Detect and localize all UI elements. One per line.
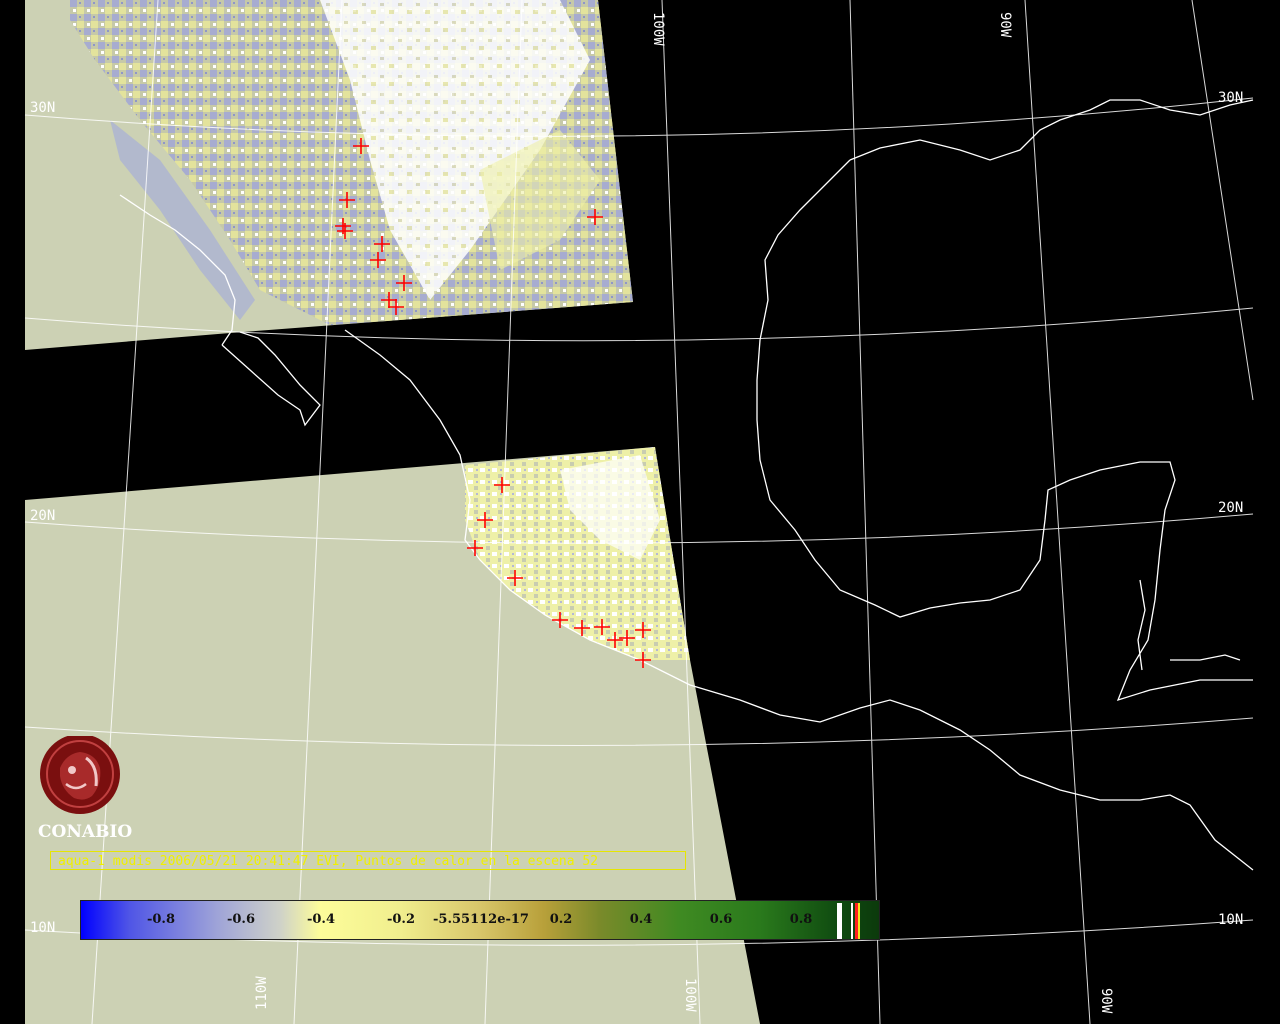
- lon-label-100w-top: 100W: [650, 12, 666, 46]
- lat-label-20n-left: 20N: [30, 508, 55, 524]
- colorbar-tick-label: -0.4: [306, 912, 336, 927]
- colorbar-white-stripe: [837, 903, 842, 939]
- lon-label-90w-bottom: 90W: [1098, 988, 1114, 1014]
- map-canvas: 30N 30N 20N 20N 10N 10N 100W 90W 110W 10…: [24, 0, 1254, 1024]
- map-viewer: 30N 30N 20N 20N 10N 10N 100W 90W 110W 10…: [0, 0, 1280, 1024]
- lat-label-10n-right: 10N: [1218, 912, 1243, 928]
- evi-colorbar: -0.8 -0.6 -0.4 -0.2 -5.55112e-17 0.2 0.4 0.6 0.8: [80, 900, 880, 940]
- lon-label-90w-top: 90W: [997, 12, 1013, 38]
- colorbar-tick-label: 0.8: [789, 912, 813, 927]
- lat-label-30n-right: 30N: [1218, 90, 1243, 106]
- conabio-logo-label: CONABIO: [38, 822, 133, 842]
- lon-label-110w-bottom: 110W: [254, 976, 270, 1010]
- colorbar-yellow-stripe: [858, 903, 860, 939]
- colorbar-tick-label: -0.2: [386, 912, 416, 927]
- lon-label-100w-bottom: 100W: [682, 978, 698, 1012]
- colorbar-tick-label: 0.2: [549, 912, 573, 927]
- colorbar-tick-label: -0.6: [226, 912, 256, 927]
- scene-caption: aqua-1 modis 2006/05/21 20:41:47 EVI, Pu…: [50, 851, 686, 870]
- colorbar-tick-label: -0.8: [146, 912, 176, 927]
- colorbar-white-stripe-2: [851, 903, 853, 939]
- north-scene-swath: [25, 0, 633, 350]
- colorbar-tick-label: -5.55112e-17: [433, 912, 529, 927]
- lat-label-20n-right: 20N: [1218, 500, 1243, 516]
- colorbar-tick-label: 0.6: [709, 912, 733, 927]
- lat-label-30n-left: 30N: [30, 100, 55, 116]
- colorbar-tick-label: 0.4: [629, 912, 653, 927]
- lat-label-10n-left: 10N: [30, 920, 55, 936]
- conabio-logo-icon: [40, 734, 120, 814]
